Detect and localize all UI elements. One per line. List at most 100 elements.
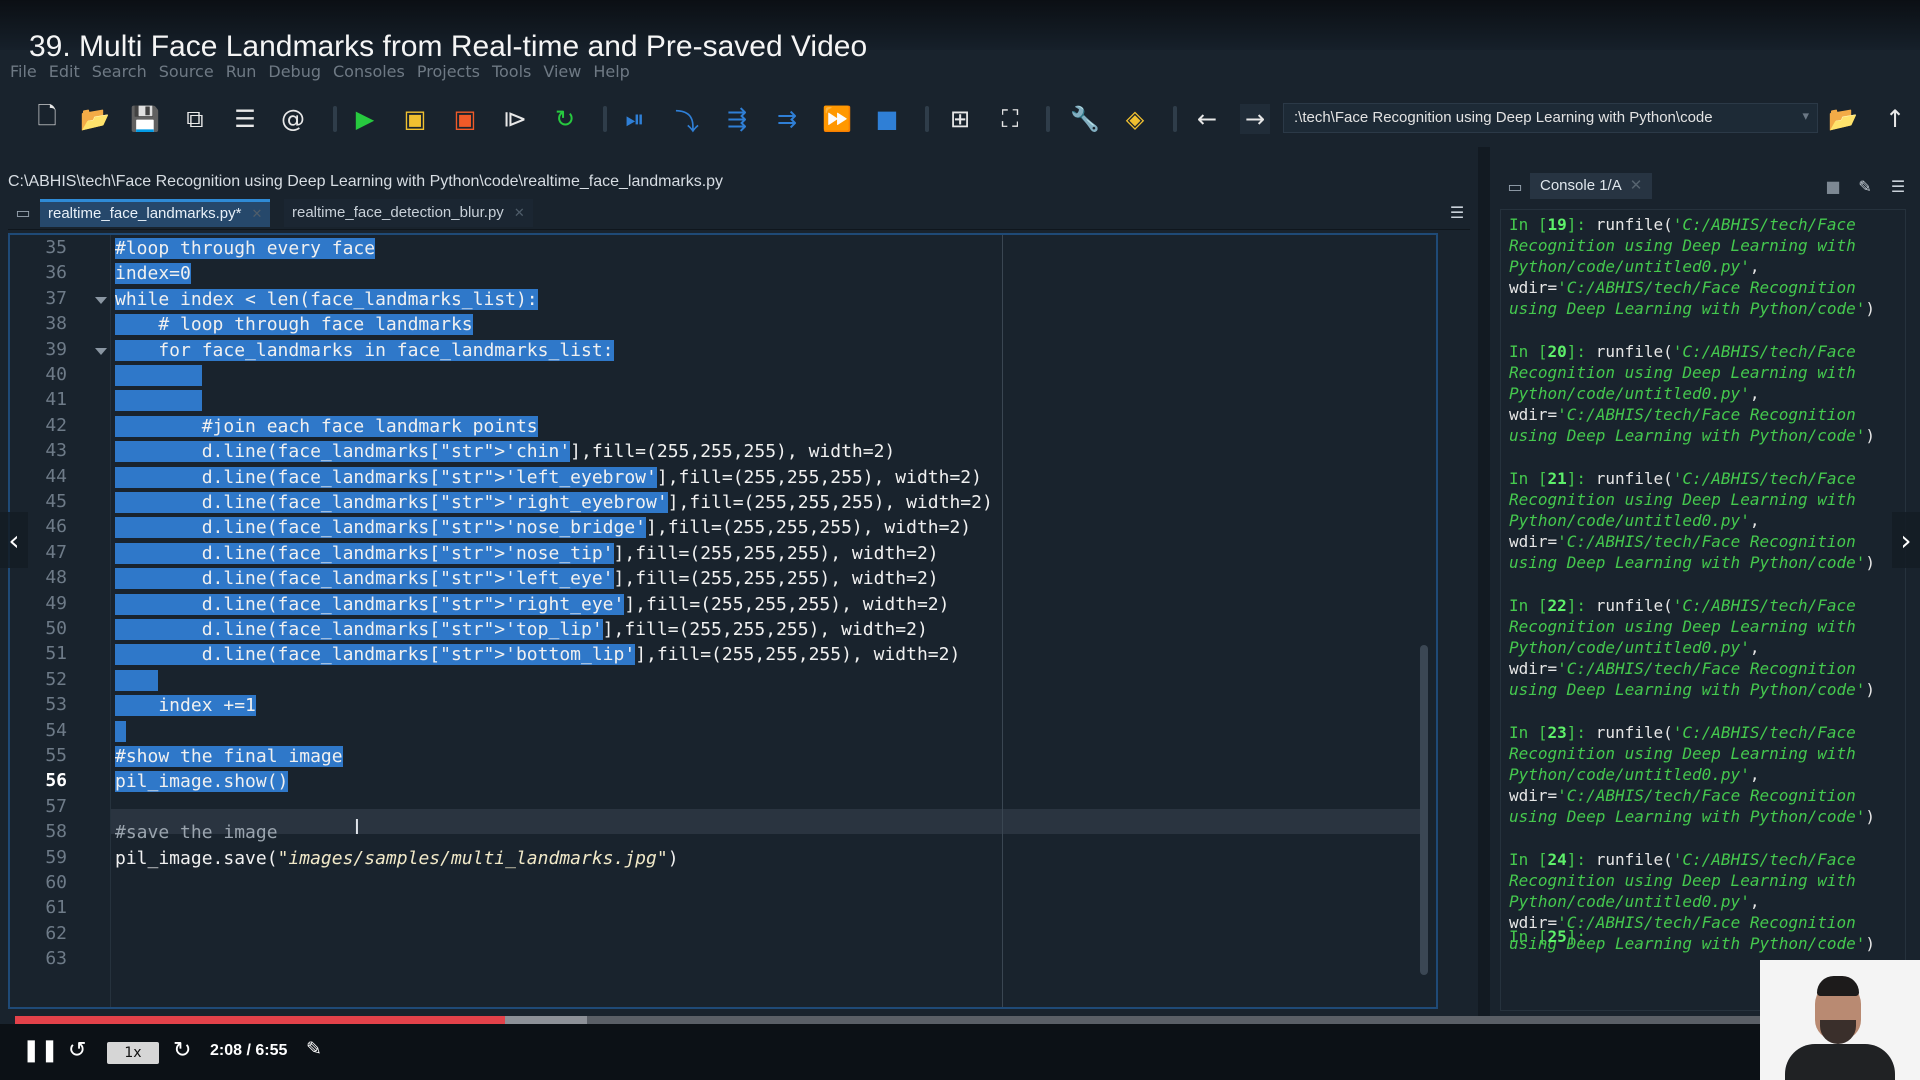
step-icon[interactable]: ⤵ xyxy=(672,104,702,136)
step-return-icon[interactable]: ⇉ xyxy=(772,104,802,134)
code-line: d.line(face_landmarks["str">'right_eye']… xyxy=(115,593,950,615)
stop-icon[interactable]: ■ xyxy=(872,104,902,134)
code-line: while index < len(face_landmarks_list): xyxy=(115,288,538,310)
line-number: 62 xyxy=(45,922,67,944)
menu-item-run[interactable]: Run xyxy=(226,62,257,81)
tab-label: realtime_face_detection_blur.py xyxy=(292,204,504,221)
options-menu-icon[interactable]: ☰ xyxy=(1442,197,1472,227)
working-directory-value: :\tech\Face Recognition using Deep Learn… xyxy=(1294,109,1713,126)
text-cursor-icon: I xyxy=(354,815,360,839)
at-icon[interactable]: @ xyxy=(278,104,308,134)
forward-icon[interactable]: → xyxy=(1240,104,1270,134)
console-scrollbar[interactable] xyxy=(1893,240,1903,1010)
video-progress-bar[interactable] xyxy=(15,1016,1920,1024)
clear-console-icon[interactable]: ✎ xyxy=(1850,171,1880,201)
line-number: 61 xyxy=(45,897,67,919)
debug-icon[interactable]: ⏯ xyxy=(620,104,650,134)
open-folder-icon[interactable]: 📂 xyxy=(80,104,110,134)
file-path: C:\ABHIS\tech\Face Recognition using Dee… xyxy=(8,173,724,190)
close-icon[interactable]: ✕ xyxy=(514,205,525,220)
browse-tabs-icon[interactable]: ▭ xyxy=(8,197,38,227)
code-line: d.line(face_landmarks["str">'nose_bridge… xyxy=(115,517,972,539)
stop-kernel-icon[interactable]: ■ xyxy=(1818,171,1848,201)
menu-item-file[interactable]: File xyxy=(10,62,37,81)
previous-lecture-icon[interactable]: ‹ xyxy=(0,512,28,568)
code-line: d.line(face_landmarks["str">'nose_tip'],… xyxy=(115,542,939,564)
run-selection-icon[interactable]: ⧐ xyxy=(500,104,530,134)
run-cell-icon[interactable]: ▣ xyxy=(400,104,430,134)
maximize-pane-icon[interactable]: ⊞ xyxy=(945,104,975,134)
code-line: d.line(face_landmarks["str">'chin'],fill… xyxy=(115,441,896,463)
editor-panel: C:\ABHIS\tech\Face Recognition using Dee… xyxy=(0,147,1478,1017)
menu-item-source[interactable]: Source xyxy=(159,62,214,81)
menu-item-projects[interactable]: Projects xyxy=(417,62,480,81)
code-line: pil_image.save("images/samples/multi_lan… xyxy=(115,847,679,869)
line-number: 58 xyxy=(45,821,67,843)
editor-scrollbar[interactable] xyxy=(1418,245,1430,995)
fullscreen-icon[interactable]: ⛶ xyxy=(995,104,1025,134)
menu-item-search[interactable]: Search xyxy=(92,62,147,81)
run-cell-advance-icon[interactable]: ▣ xyxy=(450,104,480,134)
back-icon[interactable]: ← xyxy=(1192,104,1222,134)
fold-arrow-icon[interactable] xyxy=(95,347,107,355)
chevron-down-icon[interactable]: ▾ xyxy=(1802,108,1809,124)
line-number: 44 xyxy=(45,465,67,487)
video-title: 39. Multi Face Landmarks from Real-time … xyxy=(29,30,868,63)
console-prompt[interactable]: In [25]: xyxy=(1509,926,1899,947)
tab-realtime-face-landmarks[interactable]: realtime_face_landmarks.py* ✕ xyxy=(40,199,271,227)
python-path-icon[interactable]: ◈ xyxy=(1120,104,1150,134)
save-icon[interactable]: 💾 xyxy=(130,104,160,134)
line-number: 63 xyxy=(45,948,67,970)
pane-splitter[interactable] xyxy=(1478,147,1490,1017)
fold-arrow-icon[interactable] xyxy=(95,296,107,304)
code-line: d.line(face_landmarks["str">'left_eyebro… xyxy=(115,466,982,488)
menu-items: File Edit Search Source Run Debug Consoles Proj… xyxy=(10,62,630,81)
close-icon[interactable]: ✕ xyxy=(251,206,262,221)
editor-tab-bar: ▭ realtime_face_landmarks.py* ✕ realtime_… xyxy=(8,199,1470,230)
console-entry: In [20]: runfile('C:/ABHIS/tech/Face Rec… xyxy=(1509,342,1876,445)
menu-item-help[interactable]: Help xyxy=(593,62,629,81)
menu-item-consoles[interactable]: Consoles xyxy=(333,62,405,81)
new-file-icon[interactable]: 🗋 xyxy=(32,102,62,134)
parent-dir-icon[interactable]: ↑ xyxy=(1880,104,1910,134)
line-number: 36 xyxy=(45,262,67,284)
preferences-icon[interactable]: 🔧 xyxy=(1070,104,1100,134)
line-number: 35 xyxy=(45,237,67,258)
tab-realtime-face-detection-blur[interactable]: realtime_face_detection_blur.py ✕ xyxy=(284,199,533,227)
working-directory-combo[interactable]: :\tech\Face Recognition using Deep Learn… xyxy=(1283,103,1818,133)
menu-item-edit[interactable]: Edit xyxy=(49,62,80,81)
playback-speed-button[interactable]: 1x xyxy=(107,1042,159,1064)
scrollbar-thumb[interactable] xyxy=(1420,645,1428,975)
line-number: 45 xyxy=(45,491,67,512)
menu-item-view[interactable]: View xyxy=(543,62,581,81)
console-entry: In [22]: runfile('C:/ABHIS/tech/Face Rec… xyxy=(1509,596,1876,699)
tab-console[interactable]: Console 1/A ✕ xyxy=(1530,173,1653,199)
forward-icon[interactable]: ↻ xyxy=(173,1038,191,1063)
tab-label: realtime_face_landmarks.py* xyxy=(48,205,242,222)
notes-icon[interactable]: ✎ xyxy=(306,1038,322,1060)
line-number: 41 xyxy=(45,389,67,411)
rerun-icon[interactable]: ↻ xyxy=(550,104,580,134)
save-all-icon[interactable]: ⧉ xyxy=(180,104,210,134)
next-lecture-icon[interactable]: › xyxy=(1892,512,1920,568)
run-icon[interactable]: ▶ xyxy=(350,104,380,134)
ipython-console[interactable]: In [19]: runfile('C:/ABHIS/tech/Face Rec… xyxy=(1500,209,1906,1011)
line-number: 56 xyxy=(45,770,67,792)
menu-item-debug[interactable]: Debug xyxy=(268,62,321,81)
progress-played xyxy=(15,1016,505,1024)
line-number: 57 xyxy=(45,795,67,817)
console-panel: ▭ Console 1/A ✕ ■ ✎ ☰ In [19]: runfile('C… xyxy=(1490,147,1920,1017)
console-options-icon[interactable]: ☰ xyxy=(1883,171,1913,201)
outline-icon[interactable]: ☰ xyxy=(230,104,260,134)
step-into-icon[interactable]: ⇶ xyxy=(722,104,752,134)
code-editor[interactable]: 35 36 37 38 39 40 41 42 43 44 45 46 47 48 49 50 51 52 53 54… xyxy=(8,233,1438,1009)
browse-folder-icon[interactable]: 📂 xyxy=(1828,104,1858,134)
time-display: 2:08 / 6:55 xyxy=(210,1042,288,1059)
continue-icon[interactable]: ⏩ xyxy=(822,104,852,134)
pause-icon[interactable]: ❚❚ xyxy=(22,1038,59,1063)
player-controls: ❚❚ ↺ 1x ↻ 2:08 / 6:55 ✎ 🔈 ⚙ ⤢ xyxy=(0,1024,1920,1080)
menu-item-tools[interactable]: Tools xyxy=(492,62,531,81)
rewind-icon[interactable]: ↺ xyxy=(68,1038,86,1063)
browse-tabs-icon[interactable]: ▭ xyxy=(1500,171,1530,201)
close-icon[interactable]: ✕ xyxy=(1630,177,1643,194)
